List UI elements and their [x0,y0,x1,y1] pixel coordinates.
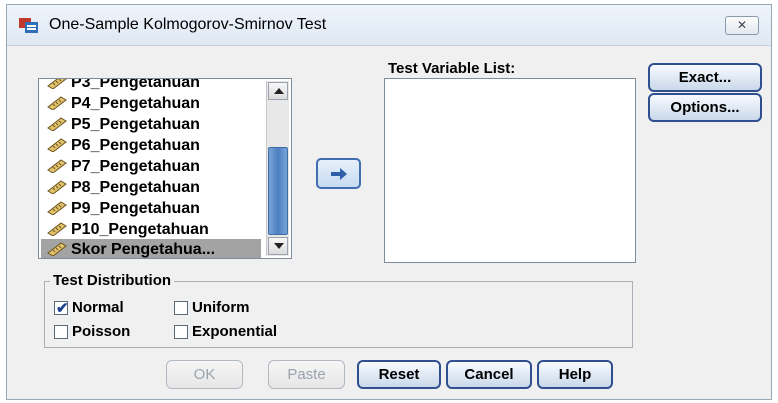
close-button[interactable]: ✕ [725,16,759,35]
list-item[interactable]: P3_Pengetahuan [41,78,261,93]
exact-button-label: Exact... [678,69,732,86]
variable-label: P8_Pengetahuan [71,179,200,196]
variable-label: P4_Pengetahuan [71,95,200,112]
list-item[interactable]: P9_Pengetahuan [41,198,261,219]
cancel-button[interactable]: Cancel [446,360,532,389]
arrow-down-icon [274,243,284,249]
options-button-label: Options... [670,99,740,116]
scroll-thumb[interactable] [268,147,288,235]
paste-button-label: Paste [287,366,326,383]
scale-ruler-icon [47,222,67,236]
test-distribution-group [44,281,633,348]
poisson-label: Poisson [72,323,131,340]
list-item[interactable]: P6_Pengetahuan [41,135,261,156]
help-button-label: Help [558,366,592,383]
uniform-label: Uniform [192,299,250,316]
list-item[interactable]: P5_Pengetahuan [41,114,261,135]
scale-ruler-icon [47,138,67,152]
variable-label: P7_Pengetahuan [71,158,200,175]
ks-test-dialog: One-Sample Kolmogorov-Smirnov Test ✕ P3_… [6,4,772,400]
normal-label: Normal [72,299,124,316]
title-bar: One-Sample Kolmogorov-Smirnov Test ✕ [7,5,771,46]
scroll-up-button[interactable] [268,82,288,100]
cancel-button-label: Cancel [464,366,514,383]
help-button[interactable]: Help [537,360,613,389]
scale-ruler-icon [47,79,67,89]
variable-label: P5_Pengetahuan [71,116,200,133]
test-variable-list[interactable] [384,78,636,263]
arrow-right-icon [331,168,347,180]
scale-ruler-icon [47,159,67,173]
scroll-down-button[interactable] [268,237,288,255]
scale-ruler-icon [47,96,67,110]
exact-button[interactable]: Exact... [648,63,762,92]
spss-dialog-icon [19,18,38,33]
exponential-checkbox[interactable] [174,325,188,339]
variable-label: P10_Pengetahuan [71,221,209,238]
list-item-selected[interactable]: Skor Pengetahua... [41,239,261,258]
arrow-up-icon [274,88,284,94]
vertical-scrollbar[interactable] [266,81,289,256]
uniform-checkbox[interactable] [174,301,188,315]
test-distribution-label: Test Distribution [50,272,175,289]
list-item[interactable]: P8_Pengetahuan [41,177,261,198]
window-title: One-Sample Kolmogorov-Smirnov Test [49,16,327,33]
list-item[interactable]: P4_Pengetahuan [41,93,261,114]
move-to-test-list-button[interactable] [316,158,361,189]
reset-button[interactable]: Reset [357,360,441,389]
variable-label: Skor Pengetahua... [71,241,216,258]
reset-button-label: Reset [378,366,420,383]
scale-ruler-icon [47,242,67,256]
exponential-label: Exponential [192,323,278,340]
scale-ruler-icon [47,201,67,215]
variable-label: P3_Pengetahuan [71,78,200,91]
list-item[interactable]: P7_Pengetahuan [41,156,261,177]
scale-ruler-icon [47,117,67,131]
source-variable-list[interactable]: P3_Pengetahuan P4_Pengetahuan P5_Pengeta… [38,78,292,259]
options-button[interactable]: Options... [648,93,762,122]
normal-checkbox[interactable]: ✔ [54,300,69,317]
variable-label: P9_Pengetahuan [71,200,200,217]
close-icon: ✕ [736,18,748,32]
check-icon: ✔ [56,300,69,317]
test-variable-list-label: Test Variable List: [388,60,516,77]
poisson-checkbox[interactable] [54,325,68,339]
variable-label: P6_Pengetahuan [71,137,200,154]
list-item[interactable]: P10_Pengetahuan [41,219,261,240]
scale-ruler-icon [47,180,67,194]
paste-button[interactable]: Paste [268,360,345,389]
ok-button-label: OK [193,366,216,383]
ok-button[interactable]: OK [166,360,243,389]
